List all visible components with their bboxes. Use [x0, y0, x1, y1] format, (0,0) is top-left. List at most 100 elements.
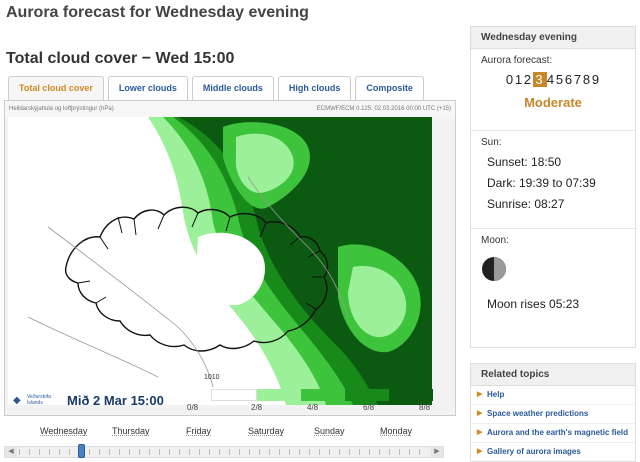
- legend-tick-2: 2/8: [251, 403, 263, 412]
- arrow-right-icon: ▶: [477, 391, 483, 398]
- slider-tick: [69, 449, 70, 455]
- tab-lower-clouds[interactable]: Lower clouds: [107, 76, 188, 100]
- slider-tick: [139, 449, 140, 455]
- slider-tick: [309, 449, 310, 455]
- legend-tick-8: 8/8: [419, 403, 431, 412]
- legend-swatch-2: [301, 389, 345, 401]
- slider-tick: [339, 449, 340, 455]
- slider-tick: [149, 449, 150, 455]
- kp-value: 4: [546, 72, 556, 87]
- day-saturday[interactable]: Saturday: [248, 426, 284, 436]
- related-link-help[interactable]: ▶ Help: [471, 386, 635, 405]
- slider-tick: [59, 449, 60, 455]
- legend-swatch-4: [389, 389, 433, 401]
- slider-tick: [229, 449, 230, 455]
- slider-tick: [329, 449, 330, 455]
- moon-label: Moon:: [481, 235, 509, 246]
- map-timestamp: Mið 2 Mar 15:00: [67, 393, 164, 408]
- aurora-forecast-section: Aurora forecast: 012 3 456789 Moderate: [471, 49, 635, 131]
- slider-tick: [299, 449, 300, 455]
- slider-tick: [279, 449, 280, 455]
- slider-tick: [99, 449, 100, 455]
- kp-value: 8: [582, 72, 592, 87]
- slider-tick: [349, 449, 350, 455]
- legend-ticks: 0/8 2/8 4/8 6/8 8/8: [187, 403, 433, 413]
- time-slider-track[interactable]: ◀ ▶: [4, 444, 444, 458]
- slider-tick: [159, 449, 160, 455]
- slider-tick: [89, 449, 90, 455]
- cloud-map-panel: Heildarskýjahula og loftþrýstingur (hPa)…: [4, 100, 456, 416]
- cloud-cover-map[interactable]: 1010: [8, 117, 432, 405]
- sun-label: Sun:: [481, 137, 502, 148]
- darkness-period: Dark: 19:39 to 07:39: [487, 176, 596, 190]
- tab-high-clouds[interactable]: High clouds: [277, 76, 352, 100]
- day-thursday[interactable]: Thursday: [112, 426, 150, 436]
- slider-tick: [289, 449, 290, 455]
- slider-tick: [109, 449, 110, 455]
- legend-tick-0: 0/8: [187, 403, 199, 412]
- chevron-right-icon[interactable]: ▶: [431, 447, 443, 457]
- arrow-right-icon: ▶: [477, 448, 483, 455]
- day-wednesday[interactable]: Wednesday: [40, 426, 87, 436]
- legend-swatch-0: [211, 389, 257, 401]
- arrow-right-icon: ▶: [477, 429, 483, 436]
- vedurstofa-logo: ◆ Veðurstofa Íslands: [13, 393, 59, 411]
- related-link-label: Space weather predictions: [487, 409, 589, 418]
- kp-value: 6: [564, 72, 574, 87]
- tab-composite[interactable]: Composite: [355, 76, 424, 100]
- time-slider-thumb[interactable]: [78, 444, 86, 458]
- day-sunday[interactable]: Sunday: [314, 426, 345, 436]
- slider-tick: [389, 449, 390, 455]
- map-header: Heildarskýjahula og loftþrýstingur (hPa)…: [5, 101, 455, 117]
- moonrise-time: Moon rises 05:23: [487, 297, 580, 311]
- slider-tick: [169, 449, 170, 455]
- aurora-forecast-label: Aurora forecast:: [481, 55, 553, 66]
- forecast-sidebar: Wednesday evening Aurora forecast: 012 3 4…: [470, 26, 636, 348]
- slider-tick: [369, 449, 370, 455]
- kp-value: 7: [573, 72, 583, 87]
- moon-section: Moon: Moon rises 05:23: [471, 229, 635, 319]
- slider-tick: [29, 449, 30, 455]
- kp-scale: 012 3 456789: [481, 72, 625, 87]
- related-link-space-weather[interactable]: ▶ Space weather predictions: [471, 405, 635, 424]
- page-title: Aurora forecast for Wednesday evening: [6, 4, 309, 21]
- kp-value-selected: 3: [532, 72, 547, 87]
- arrow-right-icon: ▶: [477, 410, 483, 417]
- related-link-magnetic-field[interactable]: ▶ Aurora and the earth's magnetic field: [471, 424, 635, 443]
- kp-value: 5: [555, 72, 565, 87]
- tab-middle-clouds[interactable]: Middle clouds: [191, 76, 274, 100]
- related-topics-header: Related topics: [471, 364, 635, 386]
- slider-tick: [409, 449, 410, 455]
- slider-tick: [49, 449, 50, 455]
- kp-value: 2: [523, 72, 533, 87]
- related-link-gallery[interactable]: ▶ Gallery of aurora images: [471, 443, 635, 461]
- slider-tick: [129, 449, 130, 455]
- map-header-caption: Heildarskýjahula og loftþrýstingur (hPa): [9, 106, 114, 112]
- vedurstofa-logo-icon: ◆: [13, 395, 21, 406]
- sidebar-header: Wednesday evening: [471, 27, 635, 49]
- slider-tick: [379, 449, 380, 455]
- legend-tick-6: 6/8: [363, 403, 375, 412]
- related-topics: Related topics ▶ Help ▶ Space weather pred…: [470, 363, 636, 462]
- day-slider: Wednesday Thursday Friday Saturday Sunda…: [4, 424, 444, 462]
- related-link-label: Aurora and the earth's magnetic field: [487, 428, 629, 437]
- sunrise-time: Sunrise: 08:27: [487, 197, 565, 211]
- day-monday[interactable]: Monday: [380, 426, 412, 436]
- slider-tick: [319, 449, 320, 455]
- slider-tick: [359, 449, 360, 455]
- chevron-left-icon[interactable]: ◀: [5, 447, 17, 457]
- sun-section: Sun: Sunset: 18:50 Dark: 19:39 to 07:39 …: [471, 131, 635, 229]
- slider-tick: [199, 449, 200, 455]
- slider-tick: [19, 449, 20, 455]
- day-friday[interactable]: Friday: [186, 426, 211, 436]
- slider-tick: [239, 449, 240, 455]
- kp-value: 0: [505, 72, 515, 87]
- tab-total-cloud-cover[interactable]: Total cloud cover: [8, 76, 104, 100]
- sunset-time: Sunset: 18:50: [487, 155, 562, 169]
- cloud-cover-map-graphic: 1010: [8, 117, 432, 405]
- isobar-label: 1010: [204, 374, 220, 381]
- day-labels: Wednesday Thursday Friday Saturday Sunda…: [12, 426, 432, 440]
- slider-tick: [209, 449, 210, 455]
- slider-tick: [219, 449, 220, 455]
- legend-tick-4: 4/8: [307, 403, 319, 412]
